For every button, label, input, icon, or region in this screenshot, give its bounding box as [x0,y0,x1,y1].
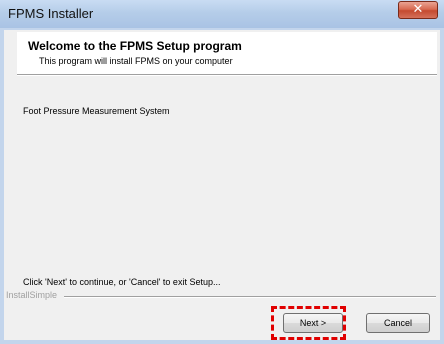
header-panel: Welcome to the FPMS Setup program This p… [17,32,437,75]
cancel-button[interactable]: Cancel [366,313,430,333]
title-bar[interactable]: FPMS Installer ✕ [0,0,444,28]
next-button-highlight [271,306,346,340]
footer-divider [64,296,436,298]
page-title: Welcome to the FPMS Setup program [28,39,242,53]
window-title: FPMS Installer [8,6,94,21]
instruction-text: Click 'Next' to continue, or 'Cancel' to… [23,277,221,287]
header-divider [17,75,437,76]
close-button[interactable]: ✕ [398,1,438,19]
close-icon: ✕ [412,2,424,17]
installer-window: FPMS Installer ✕ Welcome to the FPMS Set… [0,0,444,344]
brand-label: InstallSimple [6,290,58,300]
page-subtitle: This program will install FPMS on your c… [39,56,233,66]
product-description: Foot Pressure Measurement System [23,106,170,116]
client-area [4,30,440,340]
